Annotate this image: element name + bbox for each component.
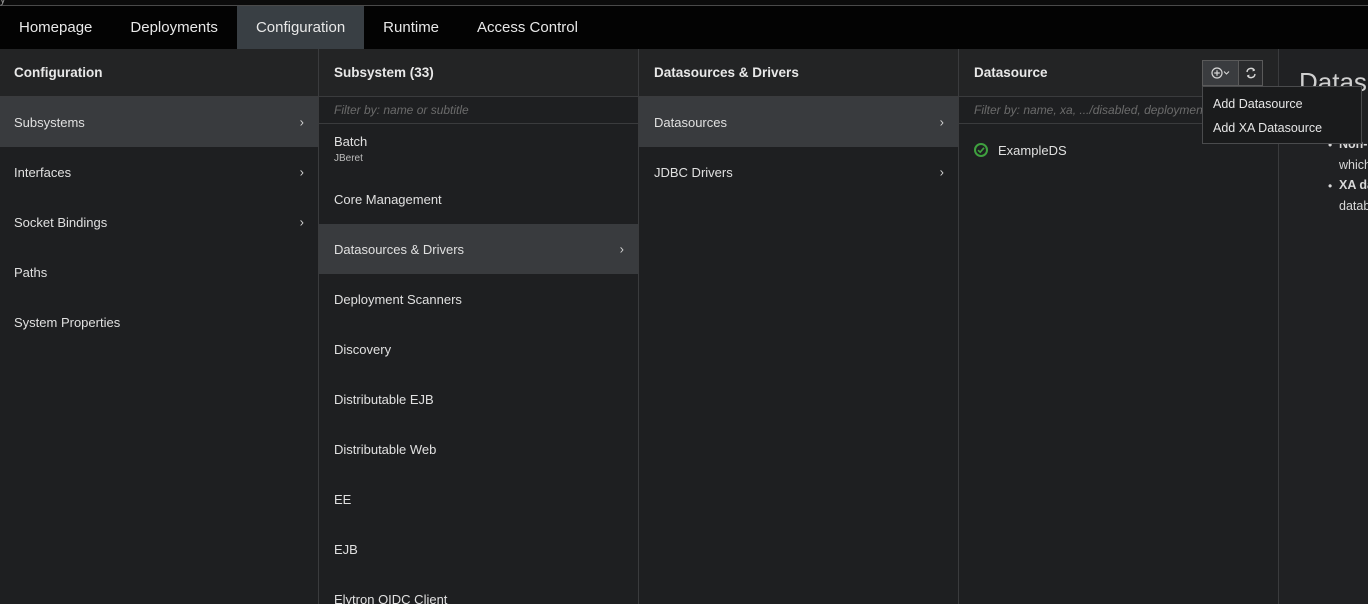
item-label: JDBC Drivers xyxy=(654,164,733,180)
item-label: Interfaces xyxy=(14,164,72,180)
chevron-right-icon: › xyxy=(619,241,624,257)
main-navigation: Homepage Deployments Configuration Runti… xyxy=(0,6,1368,49)
item-label: Datasources xyxy=(654,114,727,130)
tab-access-control[interactable]: Access Control xyxy=(458,6,597,49)
item-label: Socket Bindings xyxy=(14,214,108,230)
plus-circle-icon xyxy=(1210,67,1229,79)
item-label: Distributable EJB xyxy=(334,391,434,407)
col-item-ee[interactable]: EE xyxy=(319,474,638,524)
col-item-core-management[interactable]: Core Management xyxy=(319,174,638,224)
item-label: ExampleDS xyxy=(998,142,1067,158)
column-header: Subsystem (33) xyxy=(319,49,638,97)
item-label: Deployment Scanners xyxy=(334,291,462,307)
preview-text: XA da xyxy=(1339,178,1368,192)
item-label: Elytron OIDC Client xyxy=(334,591,448,604)
add-datasource-dropdown-button[interactable] xyxy=(1202,60,1239,86)
item-label: Discovery xyxy=(334,341,392,357)
bullet-icon: • xyxy=(1328,179,1333,193)
tab-runtime[interactable]: Runtime xyxy=(364,6,458,49)
item-label: Distributable Web xyxy=(334,441,437,457)
datasources-drivers-column: Datasources & Drivers Datasources › JDBC… xyxy=(639,49,959,604)
chevron-right-icon: › xyxy=(299,164,304,180)
col-item-deployment-scanners[interactable]: Deployment Scanners xyxy=(319,274,638,324)
col-item-paths[interactable]: Paths xyxy=(0,247,318,297)
item-label: Core Management xyxy=(334,191,442,207)
item-label: Subsystems xyxy=(14,114,85,130)
add-datasource-menu: Add Datasource Add XA Datasource xyxy=(1202,86,1362,144)
refresh-button[interactable] xyxy=(1239,60,1263,86)
refresh-icon xyxy=(1245,67,1256,79)
tab-homepage[interactable]: Homepage xyxy=(0,6,111,49)
col-item-datasources[interactable]: Datasources › xyxy=(639,97,958,147)
check-circle-icon xyxy=(974,143,988,157)
finder-columns: Configuration Subsystems › Interfaces › … xyxy=(0,49,1368,604)
chevron-right-icon: › xyxy=(299,214,304,230)
col-item-socket-bindings[interactable]: Socket Bindings › xyxy=(0,197,318,247)
col-item-subsystems[interactable]: Subsystems › xyxy=(0,97,318,147)
col-item-system-properties[interactable]: System Properties xyxy=(0,297,318,347)
item-label: Paths xyxy=(14,264,48,280)
item-label: System Properties xyxy=(14,314,121,330)
col-item-batch[interactable]: Batch JBeret xyxy=(319,124,638,174)
col-item-distributable-web[interactable]: Distributable Web xyxy=(319,424,638,474)
col-item-jdbc-drivers[interactable]: JDBC Drivers › xyxy=(639,147,958,197)
preview-text: datab xyxy=(1339,199,1368,213)
subsystem-column: Subsystem (33) Batch JBeret Core Managem… xyxy=(319,49,639,604)
subsystem-filter-input[interactable] xyxy=(334,103,638,117)
datasource-header-actions xyxy=(1202,60,1263,86)
configuration-column: Configuration Subsystems › Interfaces › … xyxy=(0,49,319,604)
chevron-right-icon: › xyxy=(939,164,944,180)
chevron-right-icon: › xyxy=(939,114,944,130)
item-label: EE xyxy=(334,491,352,507)
col-item-ejb[interactable]: EJB xyxy=(319,524,638,574)
col-item-discovery[interactable]: Discovery xyxy=(319,324,638,374)
col-item-distributable-ejb[interactable]: Distributable EJB xyxy=(319,374,638,424)
tab-configuration[interactable]: Configuration xyxy=(236,6,365,49)
col-item-datasources-drivers[interactable]: Datasources & Drivers › xyxy=(319,224,638,274)
item-label: Datasources & Drivers xyxy=(334,241,465,257)
column-header: Datasources & Drivers xyxy=(639,49,958,97)
column-header: Configuration xyxy=(0,49,318,97)
preview-text: which xyxy=(1339,158,1368,172)
tab-deployments[interactable]: Deployments xyxy=(111,6,237,49)
chevron-right-icon: › xyxy=(299,114,304,130)
col-item-elytron-oidc-client[interactable]: Elytron OIDC Client xyxy=(319,574,638,604)
item-label: EJB xyxy=(334,541,358,557)
menu-item-add-xa-datasource[interactable]: Add XA Datasource xyxy=(1203,116,1361,140)
filter-bar xyxy=(319,97,638,124)
item-subtitle: JBeret xyxy=(334,153,363,164)
item-label: Batch xyxy=(334,134,368,149)
col-item-interfaces[interactable]: Interfaces › xyxy=(0,147,318,197)
menu-item-add-datasource[interactable]: Add Datasource xyxy=(1203,92,1361,116)
